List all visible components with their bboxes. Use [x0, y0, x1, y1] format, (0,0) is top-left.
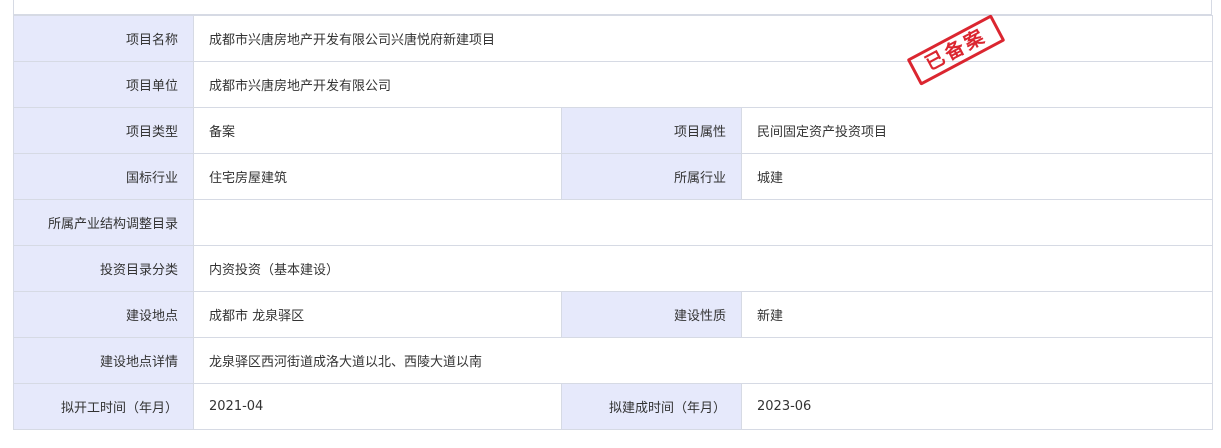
label-site-details: 建设地点详情 [13, 337, 194, 384]
value-project-unit: 成都市兴唐房地产开发有限公司 [193, 61, 1213, 108]
table-top-strip [13, 0, 1212, 15]
value-construction-nature: 新建 [741, 291, 1213, 338]
table-row: 建设地点详情 龙泉驿区西河街道成洛大道以北、西陵大道以南 [13, 337, 1213, 384]
label-investment-category: 投资目录分类 [13, 245, 194, 292]
label-construction-site: 建设地点 [13, 291, 194, 338]
label-industry-catalog: 所属产业结构调整目录 [13, 199, 194, 246]
table-row: 项目单位 成都市兴唐房地产开发有限公司 [13, 61, 1213, 108]
label-national-industry: 国标行业 [13, 153, 194, 200]
label-project-type: 项目类型 [13, 107, 194, 154]
label-completion-date: 拟建成时间（年月） [561, 383, 742, 430]
value-investment-category: 内资投资（基本建设） [193, 245, 1213, 292]
value-site-details: 龙泉驿区西河街道成洛大道以北、西陵大道以南 [193, 337, 1213, 384]
value-construction-site: 成都市 龙泉驿区 [193, 291, 562, 338]
value-national-industry: 住宅房屋建筑 [193, 153, 562, 200]
table-row: 项目类型 备案 项目属性 民间固定资产投资项目 [13, 107, 1213, 154]
value-project-name: 成都市兴唐房地产开发有限公司兴唐悦府新建项目 [193, 15, 1213, 62]
value-project-attribute: 民间固定资产投资项目 [741, 107, 1213, 154]
label-project-unit: 项目单位 [13, 61, 194, 108]
label-construction-nature: 建设性质 [561, 291, 742, 338]
label-industry: 所属行业 [561, 153, 742, 200]
table-row: 拟开工时间（年月） 2021-04 拟建成时间（年月） 2023-06 [13, 383, 1213, 430]
value-completion-date: 2023-06 [741, 383, 1213, 430]
table-row: 项目名称 成都市兴唐房地产开发有限公司兴唐悦府新建项目 [13, 15, 1213, 62]
table-row: 所属产业结构调整目录 [13, 199, 1213, 246]
value-industry: 城建 [741, 153, 1213, 200]
table-row: 建设地点 成都市 龙泉驿区 建设性质 新建 [13, 291, 1213, 338]
table-row: 国标行业 住宅房屋建筑 所属行业 城建 [13, 153, 1213, 200]
label-project-attribute: 项目属性 [561, 107, 742, 154]
value-start-date: 2021-04 [193, 383, 562, 430]
value-industry-catalog [193, 199, 1213, 246]
project-info-page: 项目名称 成都市兴唐房地产开发有限公司兴唐悦府新建项目 项目单位 成都市兴唐房地… [0, 0, 1221, 448]
table-row: 投资目录分类 内资投资（基本建设） [13, 245, 1213, 292]
project-info-table: 项目名称 成都市兴唐房地产开发有限公司兴唐悦府新建项目 项目单位 成都市兴唐房地… [13, 15, 1213, 430]
label-start-date: 拟开工时间（年月） [13, 383, 194, 430]
value-project-type: 备案 [193, 107, 562, 154]
label-project-name: 项目名称 [13, 15, 194, 62]
